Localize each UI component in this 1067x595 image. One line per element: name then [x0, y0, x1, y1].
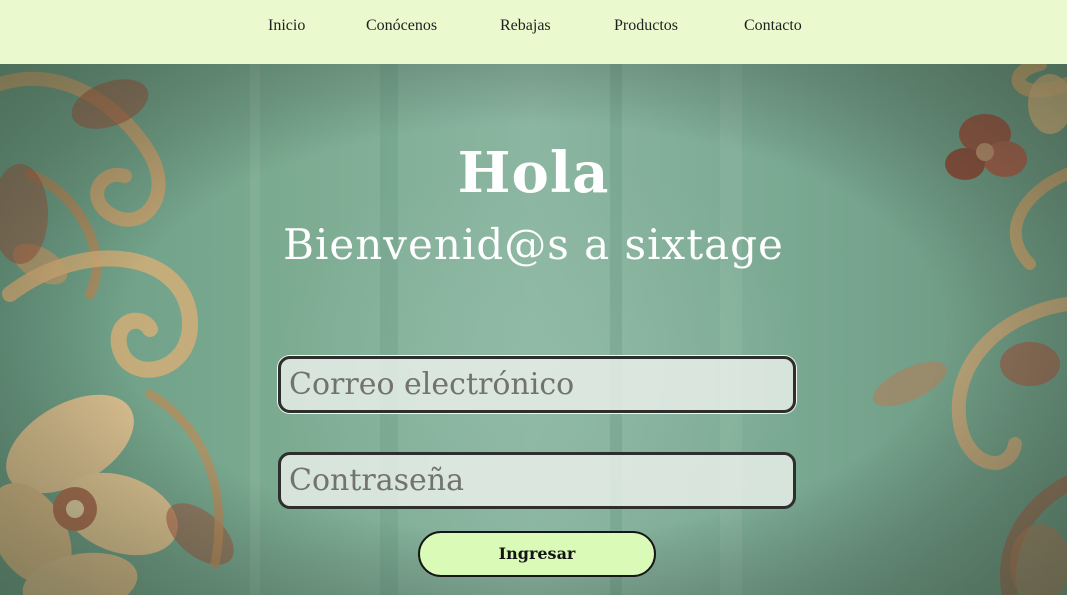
nav-item-inicio[interactable]: Inicio [268, 17, 305, 35]
hero-section: Hola Bienvenid@s a sixtage Ingresar [0, 64, 1067, 595]
nav-item-productos[interactable]: Productos [614, 17, 678, 35]
hero-subtitle: Bienvenid@s a sixtage [283, 220, 784, 269]
nav-item-contacto[interactable]: Contacto [744, 17, 802, 35]
nav-item-rebajas[interactable]: Rebajas [500, 17, 551, 35]
login-button[interactable]: Ingresar [418, 531, 656, 577]
nav-item-conocenos[interactable]: Conócenos [366, 17, 437, 35]
top-navbar: Inicio Conócenos Rebajas Productos Conta… [0, 0, 1067, 64]
email-field[interactable] [278, 356, 796, 413]
hero-title: Hola [457, 140, 610, 206]
password-field[interactable] [278, 452, 796, 509]
